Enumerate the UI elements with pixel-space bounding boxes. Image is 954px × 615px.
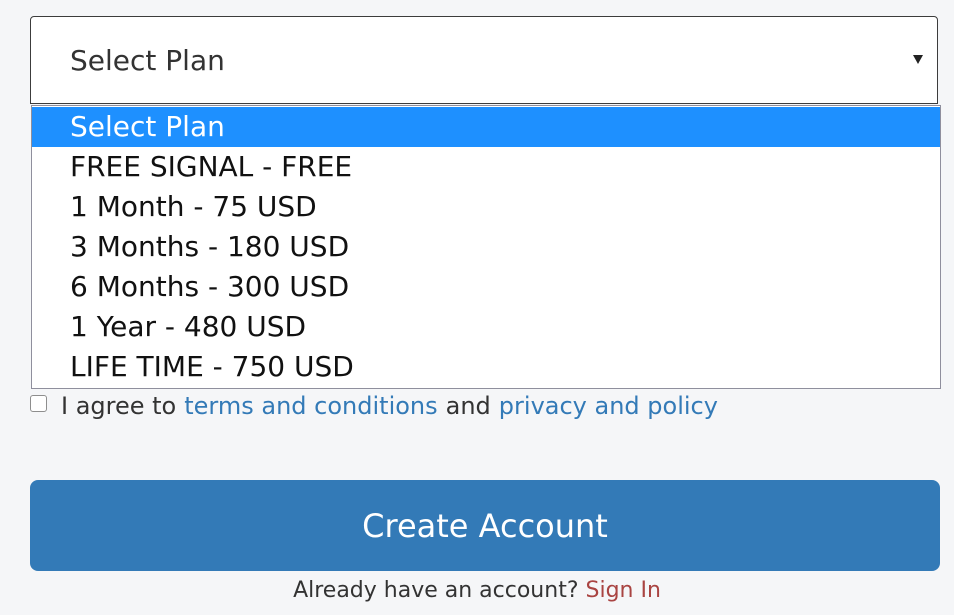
plan-dropdown-list: Select Plan FREE SIGNAL - FREE 1 Month -… (31, 105, 941, 389)
signin-row: Already have an account? Sign In (0, 578, 954, 603)
agree-checkbox[interactable] (30, 394, 47, 412)
terms-link[interactable]: terms and conditions (184, 392, 437, 420)
plan-option-6-months[interactable]: 6 Months - 300 USD (32, 267, 940, 307)
create-account-button[interactable]: Create Account (30, 480, 940, 571)
plan-option-1-month[interactable]: 1 Month - 75 USD (32, 187, 940, 227)
plan-option-3-months[interactable]: 3 Months - 180 USD (32, 227, 940, 267)
agreement-middle: and (445, 392, 491, 420)
signin-link[interactable]: Sign In (586, 578, 661, 603)
plan-select[interactable]: Select Plan (30, 16, 938, 104)
plan-option-1-year[interactable]: 1 Year - 480 USD (32, 307, 940, 347)
signin-prompt: Already have an account? (293, 578, 579, 603)
plan-select-value: Select Plan (70, 44, 225, 77)
plan-option-life-time[interactable]: LIFE TIME - 750 USD (32, 347, 940, 387)
plan-option-free-signal[interactable]: FREE SIGNAL - FREE (32, 147, 940, 187)
dropdown-arrow-icon (913, 55, 923, 64)
privacy-link[interactable]: privacy and policy (499, 392, 718, 420)
agreement-row: I agree to terms and conditions and priv… (30, 388, 718, 424)
plan-option-select-plan[interactable]: Select Plan (32, 107, 940, 147)
agreement-prefix: I agree to (61, 392, 177, 420)
